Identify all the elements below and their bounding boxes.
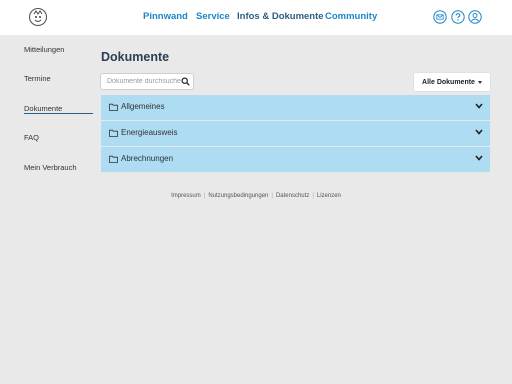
sidebar-item-termine[interactable]: Termine xyxy=(24,74,51,83)
folder-row-energieausweis[interactable]: Energieausweis xyxy=(101,121,490,146)
chevron-down-icon[interactable] xyxy=(475,103,483,109)
folder-icon xyxy=(109,155,118,163)
page-title: Dokumente xyxy=(101,50,170,64)
sidebar-item-mein-verbrauch[interactable]: Mein Verbrauch xyxy=(24,163,77,172)
filter-dropdown-label: Alle Dokumente xyxy=(422,78,475,86)
filter-dropdown-button[interactable]: Alle Dokumente xyxy=(414,73,490,91)
footer-link-datenschutz[interactable]: Datenschutz xyxy=(276,193,309,199)
folder-label: Energieausweis xyxy=(121,128,178,137)
folder-icon xyxy=(109,103,118,111)
sidebar-item-dokumente[interactable]: Dokumente xyxy=(24,104,62,113)
footer-link-lizenzen[interactable]: Lizenzen xyxy=(317,193,341,199)
footer-link-impressum[interactable]: Impressum xyxy=(171,193,201,199)
mail-icon[interactable] xyxy=(433,10,447,24)
search-box xyxy=(100,73,194,90)
chevron-down-icon[interactable] xyxy=(475,129,483,135)
top-navigation-bar: Pinnwand Service Infos & Dokumente Commu… xyxy=(0,0,512,35)
footer-separator: | xyxy=(312,193,314,199)
sidebar-item-faq[interactable]: FAQ xyxy=(24,133,39,142)
folder-row-abrechnungen[interactable]: Abrechnungen xyxy=(101,147,490,172)
nav-item-service[interactable]: Service xyxy=(196,11,230,22)
folder-row-allgemeines[interactable]: Allgemeines xyxy=(101,95,490,120)
active-item-underline xyxy=(24,113,93,114)
folder-label: Abrechnungen xyxy=(121,154,174,163)
folder-icon xyxy=(109,129,118,137)
search-input[interactable] xyxy=(101,74,181,89)
sidebar-item-mitteilungen[interactable]: Mitteilungen xyxy=(24,45,64,54)
user-icon[interactable] xyxy=(468,10,482,24)
nav-item-pinnwand[interactable]: Pinnwand xyxy=(143,11,188,22)
footer-links: Impressum | Nutzungsbedingungen | Datenschut… xyxy=(0,193,512,199)
nav-item-community[interactable]: Community xyxy=(325,11,377,22)
folder-label: Allgemeines xyxy=(121,102,165,111)
nav-item-infos-dokumente[interactable]: Infos & Dokumente xyxy=(237,11,324,22)
chevron-down-icon[interactable] xyxy=(475,155,483,161)
footer-separator: | xyxy=(271,193,273,199)
search-icon[interactable] xyxy=(181,77,190,86)
help-icon[interactable] xyxy=(451,10,465,24)
caret-down-icon xyxy=(477,80,482,84)
footer-link-nutzungsbedingungen[interactable]: Nutzungsbedingungen xyxy=(208,193,268,199)
folder-list: Allgemeines Energieausweis Abrechnungen xyxy=(101,95,490,173)
